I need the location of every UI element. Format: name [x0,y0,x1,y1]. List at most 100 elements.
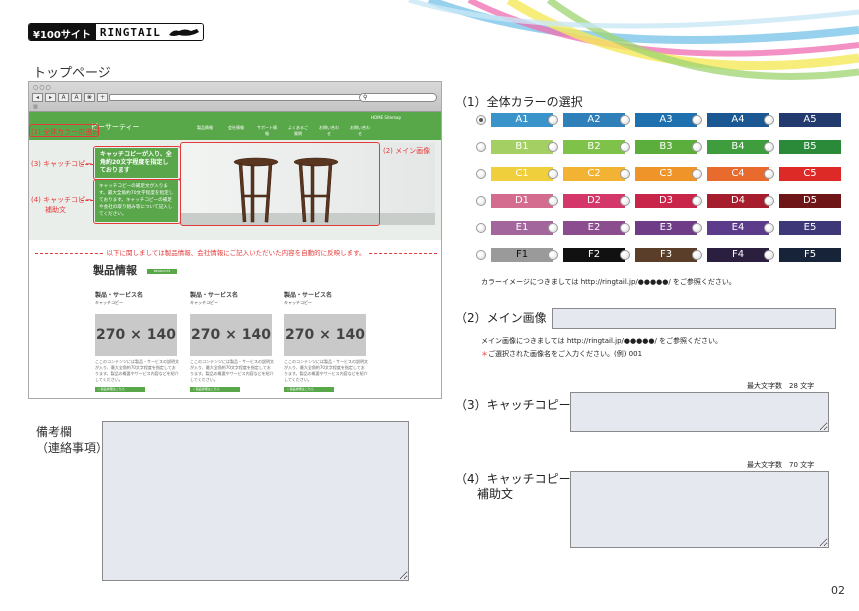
color-swatch[interactable]: C4 [707,167,769,181]
color-option-c2[interactable]: C2 [548,167,625,181]
color-option-b3[interactable]: B3 [620,140,697,154]
color-option-e5[interactable]: E5 [764,221,841,235]
product-catch: キャッチコピー [190,300,218,305]
color-radio[interactable] [764,196,774,206]
color-swatch[interactable]: C5 [779,167,841,181]
color-swatch[interactable]: E1 [491,221,553,235]
color-radio[interactable] [548,142,558,152]
color-option-e4[interactable]: E4 [692,221,769,235]
color-option-f2[interactable]: F2 [548,248,625,262]
color-swatch[interactable]: D2 [563,194,625,208]
color-radio[interactable] [476,142,486,152]
color-radio[interactable] [764,223,774,233]
annotation-box-image [180,142,380,226]
color-radio[interactable] [692,250,702,260]
color-swatch[interactable]: B4 [707,140,769,154]
color-swatch[interactable]: F5 [779,248,841,262]
color-option-c1[interactable]: C1 [476,167,553,181]
color-swatch[interactable]: E3 [635,221,697,235]
color-option-c4[interactable]: C4 [692,167,769,181]
product-name: 製品・サービス名 [284,292,333,299]
color-radio[interactable] [476,223,486,233]
color-swatch[interactable]: D3 [635,194,697,208]
color-swatch[interactable]: A3 [635,113,697,127]
color-swatch[interactable]: B5 [779,140,841,154]
color-option-d2[interactable]: D2 [548,194,625,208]
color-swatch[interactable]: B1 [491,140,553,154]
color-radio[interactable] [764,115,774,125]
color-option-a2[interactable]: A2 [548,113,625,127]
color-swatch[interactable]: A2 [563,113,625,127]
memo-field[interactable] [102,421,409,581]
color-option-f4[interactable]: F4 [692,248,769,262]
color-swatch[interactable]: B3 [635,140,697,154]
site-nav-item: よくあるご質問 [288,125,308,136]
color-option-d1[interactable]: D1 [476,194,553,208]
color-option-c5[interactable]: C5 [764,167,841,181]
color-radio[interactable] [548,196,558,206]
color-swatch[interactable]: E4 [707,221,769,235]
color-option-a5[interactable]: A5 [764,113,841,127]
color-swatch[interactable]: C2 [563,167,625,181]
color-swatch[interactable]: F4 [707,248,769,262]
color-radio[interactable] [476,196,486,206]
color-option-c3[interactable]: C3 [620,167,697,181]
color-swatch[interactable]: F2 [563,248,625,262]
main-image-input[interactable] [552,308,836,329]
color-option-a1[interactable]: A1 [476,113,553,127]
color-radio[interactable] [692,142,702,152]
sub-copy-field[interactable] [570,471,829,548]
color-swatch[interactable]: D1 [491,194,553,208]
color-radio[interactable] [476,169,486,179]
color-option-d4[interactable]: D4 [692,194,769,208]
color-radio[interactable] [476,250,486,260]
color-swatch[interactable]: F3 [635,248,697,262]
color-swatch[interactable]: C3 [635,167,697,181]
color-radio[interactable] [620,169,630,179]
color-swatch[interactable]: A4 [707,113,769,127]
catch-copy-field[interactable] [570,392,829,432]
color-radio[interactable] [764,250,774,260]
color-swatch[interactable]: A5 [779,113,841,127]
color-radio[interactable] [620,196,630,206]
color-swatch[interactable]: D5 [779,194,841,208]
color-option-b5[interactable]: B5 [764,140,841,154]
color-option-e3[interactable]: E3 [620,221,697,235]
color-option-b2[interactable]: B2 [548,140,625,154]
color-option-a3[interactable]: A3 [620,113,697,127]
color-radio[interactable] [692,115,702,125]
color-option-b1[interactable]: B1 [476,140,553,154]
color-radio[interactable] [620,250,630,260]
color-radio[interactable] [548,250,558,260]
color-option-f1[interactable]: F1 [476,248,553,262]
color-radio[interactable] [764,142,774,152]
color-swatch[interactable]: D4 [707,194,769,208]
color-radio[interactable] [692,169,702,179]
color-radio[interactable] [548,115,558,125]
color-radio[interactable] [548,223,558,233]
color-radio[interactable] [476,115,486,125]
color-swatch[interactable]: F1 [491,248,553,262]
color-option-e1[interactable]: E1 [476,221,553,235]
color-radio[interactable] [620,142,630,152]
image-note-2: ＊ご選択された画像名をご入力ください。(例) 001 [481,349,642,359]
color-option-e2[interactable]: E2 [548,221,625,235]
color-option-a4[interactable]: A4 [692,113,769,127]
color-option-b4[interactable]: B4 [692,140,769,154]
color-radio[interactable] [548,169,558,179]
color-swatch[interactable]: E5 [779,221,841,235]
color-swatch[interactable]: A1 [491,113,553,127]
color-radio[interactable] [764,169,774,179]
color-swatch[interactable]: C1 [491,167,553,181]
color-option-d3[interactable]: D3 [620,194,697,208]
color-radio[interactable] [692,223,702,233]
color-radio[interactable] [620,223,630,233]
color-option-f5[interactable]: F5 [764,248,841,262]
color-swatch[interactable]: E2 [563,221,625,235]
color-radio[interactable] [620,115,630,125]
logo-price-text: ¥100サイト [29,24,96,40]
color-radio[interactable] [692,196,702,206]
color-option-d5[interactable]: D5 [764,194,841,208]
color-option-f3[interactable]: F3 [620,248,697,262]
color-swatch[interactable]: B2 [563,140,625,154]
